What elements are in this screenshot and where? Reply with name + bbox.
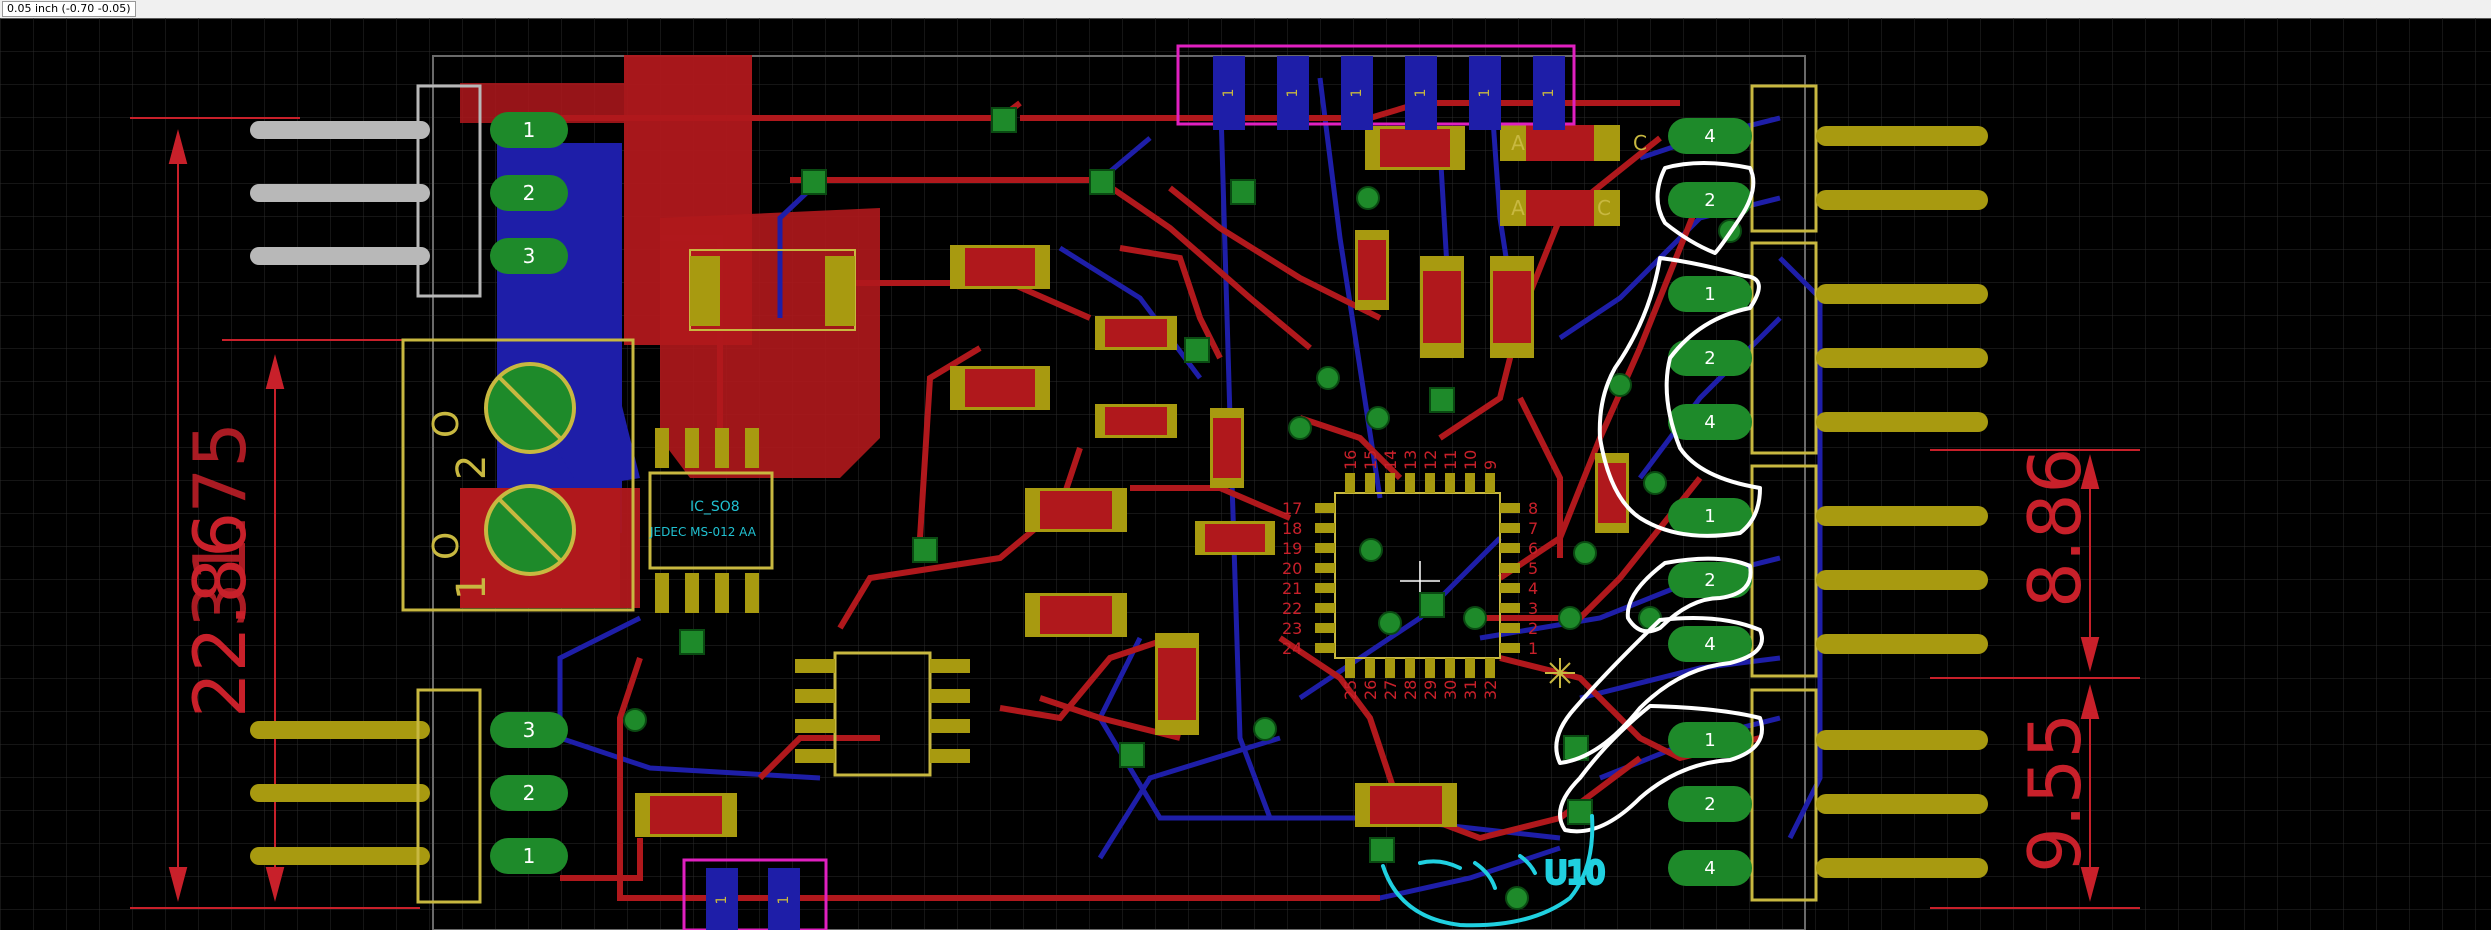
qfn-pin-label: 31 <box>1461 680 1480 700</box>
component-value-label: U10 <box>1545 856 1605 891</box>
qfn-pin-label: 20 <box>1282 559 1302 578</box>
regulator-pin-label: 2 <box>449 455 495 480</box>
pin-label: 2 <box>1704 190 1715 211</box>
qfn-pin-label: 18 <box>1282 519 1302 538</box>
pin-label: 1 <box>1349 89 1365 98</box>
qfn-pin-label: 15 <box>1361 450 1380 470</box>
pin-label: 1 <box>714 896 730 905</box>
qfn-pin-label: 12 <box>1421 450 1440 470</box>
qfn-pin-label: 2 <box>1528 619 1538 638</box>
led-label: A <box>1511 131 1525 155</box>
pin-label: 2 <box>1704 794 1715 815</box>
pin-label: 1 <box>1704 284 1715 305</box>
pin-label: 1 <box>1704 506 1715 527</box>
led-label: C <box>1597 196 1611 220</box>
pin-label: 3 <box>523 244 536 268</box>
coordinate-readout: 0.05 inch (-0.70 -0.05) <box>2 1 136 17</box>
qfn-pin-label: 27 <box>1381 680 1400 700</box>
qfn-pin-label: 9 <box>1481 460 1500 470</box>
regulator-pin-label: O <box>426 532 467 560</box>
qfn-pin-label: 6 <box>1528 539 1538 558</box>
pin-label: 4 <box>1704 634 1715 655</box>
qfn-pin-label: 5 <box>1528 559 1538 578</box>
qfn-pin-label: 23 <box>1282 619 1302 638</box>
pin-label: 1 <box>1285 89 1301 98</box>
pin-label: 1 <box>1221 89 1237 98</box>
pin-label: 2 <box>523 181 536 205</box>
led-label: C <box>1633 131 1647 155</box>
qfn-pin-label: 16 <box>1341 450 1360 470</box>
qfn-pin-label: 13 <box>1401 450 1420 470</box>
pin-label: 1 <box>523 118 536 142</box>
status-bar: 0.05 inch (-0.70 -0.05) <box>0 0 2491 19</box>
ic-jedec-label: JEDEC MS-012 AA <box>649 525 757 539</box>
qfn-pin-label: 25 <box>1341 680 1360 700</box>
dimension-label-right-top: 8.86 <box>2013 448 2097 608</box>
qfn-pin-label: 32 <box>1481 680 1500 700</box>
pin-label: 1 <box>776 896 792 905</box>
pin-label: 2 <box>1704 570 1715 591</box>
pin-label: 1 <box>1704 730 1715 751</box>
pin-label: 2 <box>1704 348 1715 369</box>
qfn-pin-label: 24 <box>1282 639 1302 658</box>
qfn-pin-label: 28 <box>1401 680 1420 700</box>
ic-package-label: IC_SO8 <box>690 499 740 515</box>
qfn-pin-label: 22 <box>1282 599 1302 618</box>
dimension-label-right-bottom: 9.55 <box>2013 713 2097 873</box>
led-label: A <box>1511 196 1525 220</box>
qfn-pin-label: 10 <box>1461 450 1480 470</box>
qfn-pin-label: 21 <box>1282 579 1302 598</box>
pin-label: 2 <box>523 781 536 805</box>
qfn-pin-label: 3 <box>1528 599 1538 618</box>
qfn-pin-label: 11 <box>1441 450 1460 470</box>
dimension-label-left-overlap: 31.75 <box>178 422 262 628</box>
pin-label: 3 <box>523 718 536 742</box>
qfn-pin-label: 8 <box>1528 499 1538 518</box>
qfn-pin-label: 1 <box>1528 639 1538 658</box>
qfn-pin-label: 17 <box>1282 499 1302 518</box>
pin-label: 1 <box>1477 89 1493 98</box>
pin-label: 4 <box>1704 412 1715 433</box>
qfn-pin-label: 26 <box>1361 680 1380 700</box>
pin-label: 4 <box>1704 858 1715 879</box>
qfn-pin-label: 30 <box>1441 680 1460 700</box>
pin-label: 4 <box>1704 126 1715 147</box>
pin-label: 1 <box>1541 89 1557 98</box>
pin-label: 1 <box>1413 89 1429 98</box>
regulator-pin-label: 1 <box>449 575 495 600</box>
qfn-pin-label: 7 <box>1528 519 1538 538</box>
pcb-editor-canvas[interactable]: 22.86 31.75 8.86 9.55 1 2 3 3 2 1 2 1 O … <box>0 18 2491 930</box>
regulator-pin-label: O <box>426 410 467 438</box>
qfn-pin-label: 19 <box>1282 539 1302 558</box>
pin-label: 1 <box>523 844 536 868</box>
qfn-pin-label: 4 <box>1528 579 1538 598</box>
qfn-pin-label: 29 <box>1421 680 1440 700</box>
qfn-pin-label: 14 <box>1381 450 1400 470</box>
